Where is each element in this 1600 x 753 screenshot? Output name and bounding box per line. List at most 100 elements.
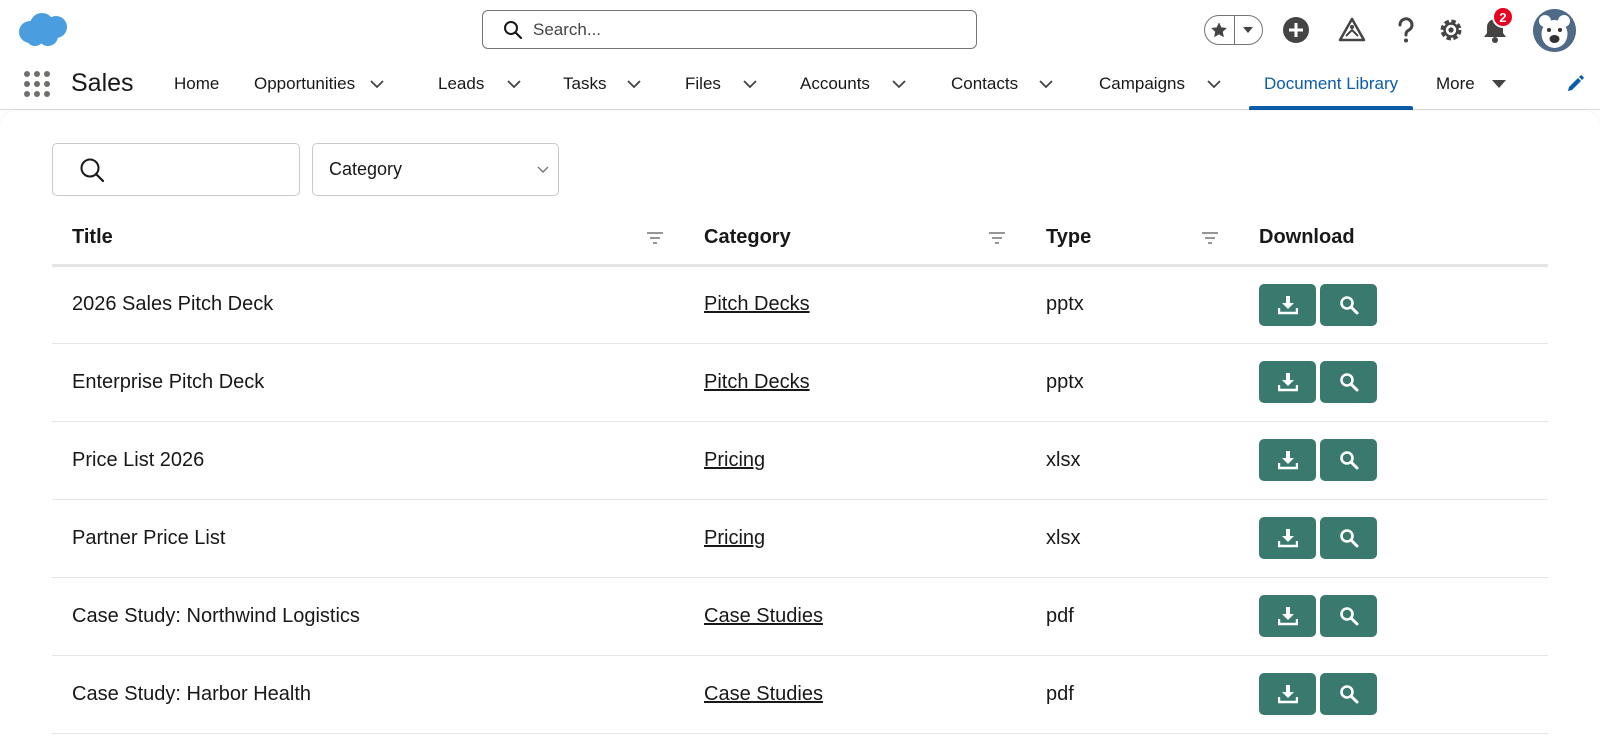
table-row: Price List 2026 Pricing xlsx [52, 421, 1548, 500]
category-link[interactable]: Pitch Decks [704, 371, 810, 393]
nav-item-label: Leads [438, 74, 485, 93]
cell-download [1239, 343, 1548, 422]
cell-category: Pitch Decks [684, 265, 1026, 344]
nav-item-document-library[interactable]: Document Library [1248, 60, 1414, 110]
nav-item-label: Document Library [1264, 74, 1399, 93]
search-icon [1339, 295, 1358, 314]
column-header-download: Download [1239, 211, 1548, 267]
category-link[interactable]: Pricing [704, 527, 765, 549]
preview-button[interactable] [1320, 283, 1377, 326]
chevron-down-icon[interactable] [1038, 76, 1054, 92]
help-button[interactable] [1390, 14, 1422, 46]
chevron-down-icon[interactable] [1206, 76, 1222, 92]
download-button[interactable] [1259, 361, 1316, 403]
cell-category: Pricing [684, 421, 1026, 500]
caret-down-icon[interactable] [1491, 76, 1507, 92]
nav-item-home[interactable]: Home [174, 60, 219, 108]
document-type: xlsx [1046, 526, 1081, 549]
trailhead-icon [1338, 17, 1366, 42]
filter-icon[interactable] [646, 229, 664, 247]
cell-title: Partner Price List [52, 499, 684, 578]
document-type: pdf [1046, 604, 1074, 627]
nav-item-files[interactable]: Files [685, 60, 758, 108]
trailhead-button[interactable] [1336, 14, 1368, 46]
edit-nav-pencil-icon[interactable] [1565, 74, 1585, 94]
column-header-label: Download [1259, 225, 1355, 248]
document-type: xlsx [1046, 448, 1081, 471]
download-icon [1277, 685, 1298, 704]
nav-item-label: Accounts [800, 74, 870, 93]
table-row: Enterprise Pitch Deck Pitch Decks pptx [52, 343, 1548, 422]
cell-type: pptx [1026, 265, 1239, 344]
nav-item-more[interactable]: More [1436, 60, 1507, 108]
nav-item-opportunities[interactable]: Opportunities [254, 60, 385, 108]
download-button[interactable] [1259, 595, 1316, 637]
preview-button[interactable] [1320, 595, 1377, 637]
download-icon [1277, 373, 1298, 392]
category-link[interactable]: Pricing [704, 449, 765, 471]
document-title: Partner Price List [72, 526, 226, 549]
document-type: pptx [1046, 370, 1084, 393]
documents-table: Title Category Type Download 2026 Sales … [52, 211, 1548, 734]
cell-category: Pricing [684, 499, 1026, 578]
category-link[interactable]: Pitch Decks [704, 293, 810, 315]
download-button[interactable] [1259, 439, 1316, 481]
global-header: 2 [0, 0, 1600, 60]
filter-icon[interactable] [1201, 229, 1219, 247]
category-link[interactable]: Case Studies [704, 683, 823, 705]
preview-button[interactable] [1320, 673, 1377, 715]
preview-button[interactable] [1320, 439, 1377, 481]
document-search[interactable] [52, 143, 300, 196]
cell-download [1239, 421, 1548, 500]
preview-button[interactable] [1320, 517, 1377, 559]
setup-button[interactable] [1435, 14, 1467, 46]
nav-item-label: Tasks [563, 74, 607, 93]
nav-item-campaigns[interactable]: Campaigns [1099, 60, 1222, 108]
cell-download [1239, 499, 1548, 578]
user-avatar[interactable] [1533, 9, 1576, 52]
chevron-down-icon[interactable] [626, 76, 642, 92]
document-title: Enterprise Pitch Deck [72, 370, 265, 393]
nav-item-contacts[interactable]: Contacts [951, 60, 1054, 108]
download-button[interactable] [1259, 517, 1316, 559]
cloud-logo-icon[interactable] [16, 12, 70, 48]
chevron-down-icon[interactable] [369, 76, 385, 92]
category-link[interactable]: Case Studies [704, 605, 823, 627]
nav-item-accounts[interactable]: Accounts [800, 60, 907, 108]
caret-down-icon [1243, 27, 1254, 33]
nav-item-label: Contacts [951, 74, 1019, 93]
cell-type: pdf [1026, 577, 1239, 656]
category-select-value: Category [329, 159, 403, 179]
nav-item-leads[interactable]: Leads [438, 60, 522, 108]
cell-download [1239, 265, 1548, 344]
preview-button[interactable] [1320, 361, 1377, 403]
chevron-down-icon[interactable] [742, 76, 758, 92]
search-icon [80, 158, 105, 182]
favorite-star-button[interactable] [1205, 16, 1234, 44]
document-title: 2026 Sales Pitch Deck [72, 293, 274, 315]
global-search-input[interactable] [533, 19, 953, 40]
document-title: Price List 2026 [72, 448, 205, 471]
category-select[interactable]: Category [312, 143, 559, 196]
app-launcher-icon[interactable] [23, 70, 51, 98]
cell-title: 2026 Sales Pitch Deck [52, 265, 684, 344]
cell-title: Case Study: Northwind Logistics [52, 577, 684, 656]
global-actions-button[interactable] [1280, 14, 1312, 46]
cell-title: Price List 2026 [52, 421, 684, 500]
column-header-category[interactable]: Category [684, 211, 1026, 267]
filter-icon[interactable] [988, 229, 1006, 247]
nav-item-tasks[interactable]: Tasks [563, 60, 642, 108]
download-button[interactable] [1259, 283, 1316, 326]
chevron-down-icon[interactable] [506, 76, 522, 92]
document-title: Case Study: Harbor Health [72, 682, 312, 705]
download-button[interactable] [1259, 673, 1316, 715]
nav-item-label: Home [174, 74, 220, 93]
column-header-type[interactable]: Type [1026, 211, 1239, 267]
favorites-dropdown-button[interactable] [1233, 16, 1263, 44]
global-search[interactable] [482, 10, 977, 49]
document-search-input[interactable] [115, 159, 295, 180]
chevron-down-icon[interactable] [891, 76, 907, 92]
search-icon [1339, 685, 1358, 704]
column-header-title[interactable]: Title [52, 211, 684, 267]
cell-category: Pitch Decks [684, 343, 1026, 422]
